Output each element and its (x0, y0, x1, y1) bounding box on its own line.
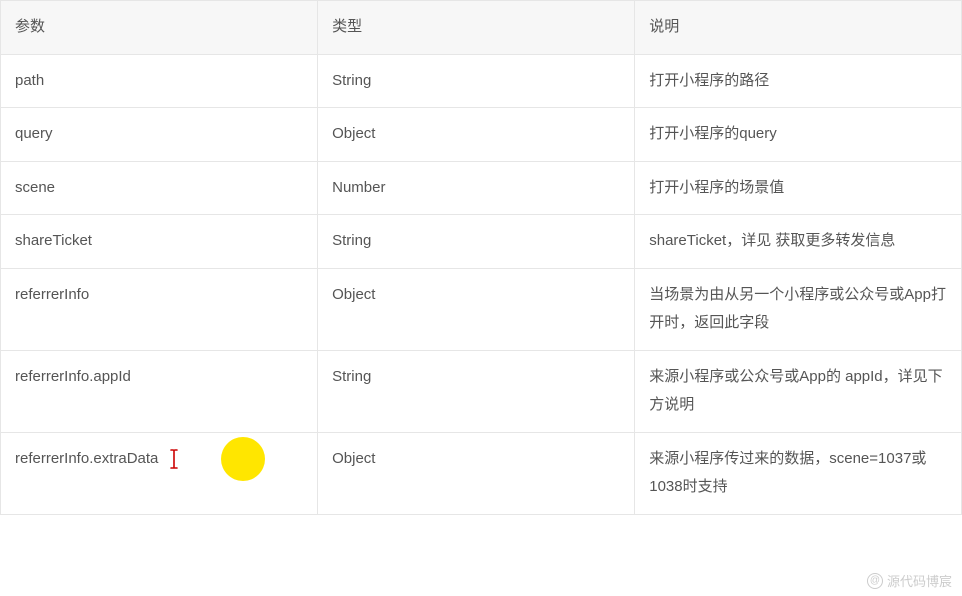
cell-param: shareTicket (1, 215, 318, 269)
watermark: @ 源代码博宸 (867, 571, 952, 590)
cell-desc: 打开小程序的场景值 (635, 161, 962, 215)
cell-param-text: referrerInfo.extraData (15, 450, 158, 467)
cell-param: path (1, 54, 318, 108)
cell-desc: 来源小程序传过来的数据，scene=1037或1038时支持 (635, 432, 962, 514)
cell-desc: 打开小程序的query (635, 108, 962, 162)
cell-param: referrerInfo.extraData (1, 432, 318, 514)
table-row: scene Number 打开小程序的场景值 (1, 161, 962, 215)
at-icon: @ (867, 573, 883, 589)
parameters-table: 参数 类型 说明 path String 打开小程序的路径 query Obje… (0, 0, 962, 515)
header-param: 参数 (1, 1, 318, 55)
header-type: 类型 (318, 1, 635, 55)
table-row: referrerInfo Object 当场景为由从另一个小程序或公众号或App… (1, 268, 962, 350)
cell-type: Number (318, 161, 635, 215)
table-row: referrerInfo.extraData Object 来源小程序传过来的数… (1, 432, 962, 514)
table-row: query Object 打开小程序的query (1, 108, 962, 162)
cell-type: String (318, 350, 635, 432)
cell-desc: 打开小程序的路径 (635, 54, 962, 108)
text-cursor-icon (169, 449, 179, 469)
cell-desc: 来源小程序或公众号或App的 appId，详见下方说明 (635, 350, 962, 432)
cell-type: Object (318, 268, 635, 350)
cell-type: String (318, 215, 635, 269)
cell-param: referrerInfo.appId (1, 350, 318, 432)
cell-desc: shareTicket，详见 获取更多转发信息 (635, 215, 962, 269)
cell-type: String (318, 54, 635, 108)
table-row: shareTicket String shareTicket，详见 获取更多转发… (1, 215, 962, 269)
cell-type: Object (318, 432, 635, 514)
cell-desc: 当场景为由从另一个小程序或公众号或App打开时，返回此字段 (635, 268, 962, 350)
watermark-text: 源代码博宸 (887, 571, 952, 590)
cell-type: Object (318, 108, 635, 162)
cursor-highlight-icon (221, 437, 265, 481)
cell-param: referrerInfo (1, 268, 318, 350)
cell-param: query (1, 108, 318, 162)
cell-param: scene (1, 161, 318, 215)
table-row: path String 打开小程序的路径 (1, 54, 962, 108)
table-row: referrerInfo.appId String 来源小程序或公众号或App的… (1, 350, 962, 432)
table-header-row: 参数 类型 说明 (1, 1, 962, 55)
header-desc: 说明 (635, 1, 962, 55)
